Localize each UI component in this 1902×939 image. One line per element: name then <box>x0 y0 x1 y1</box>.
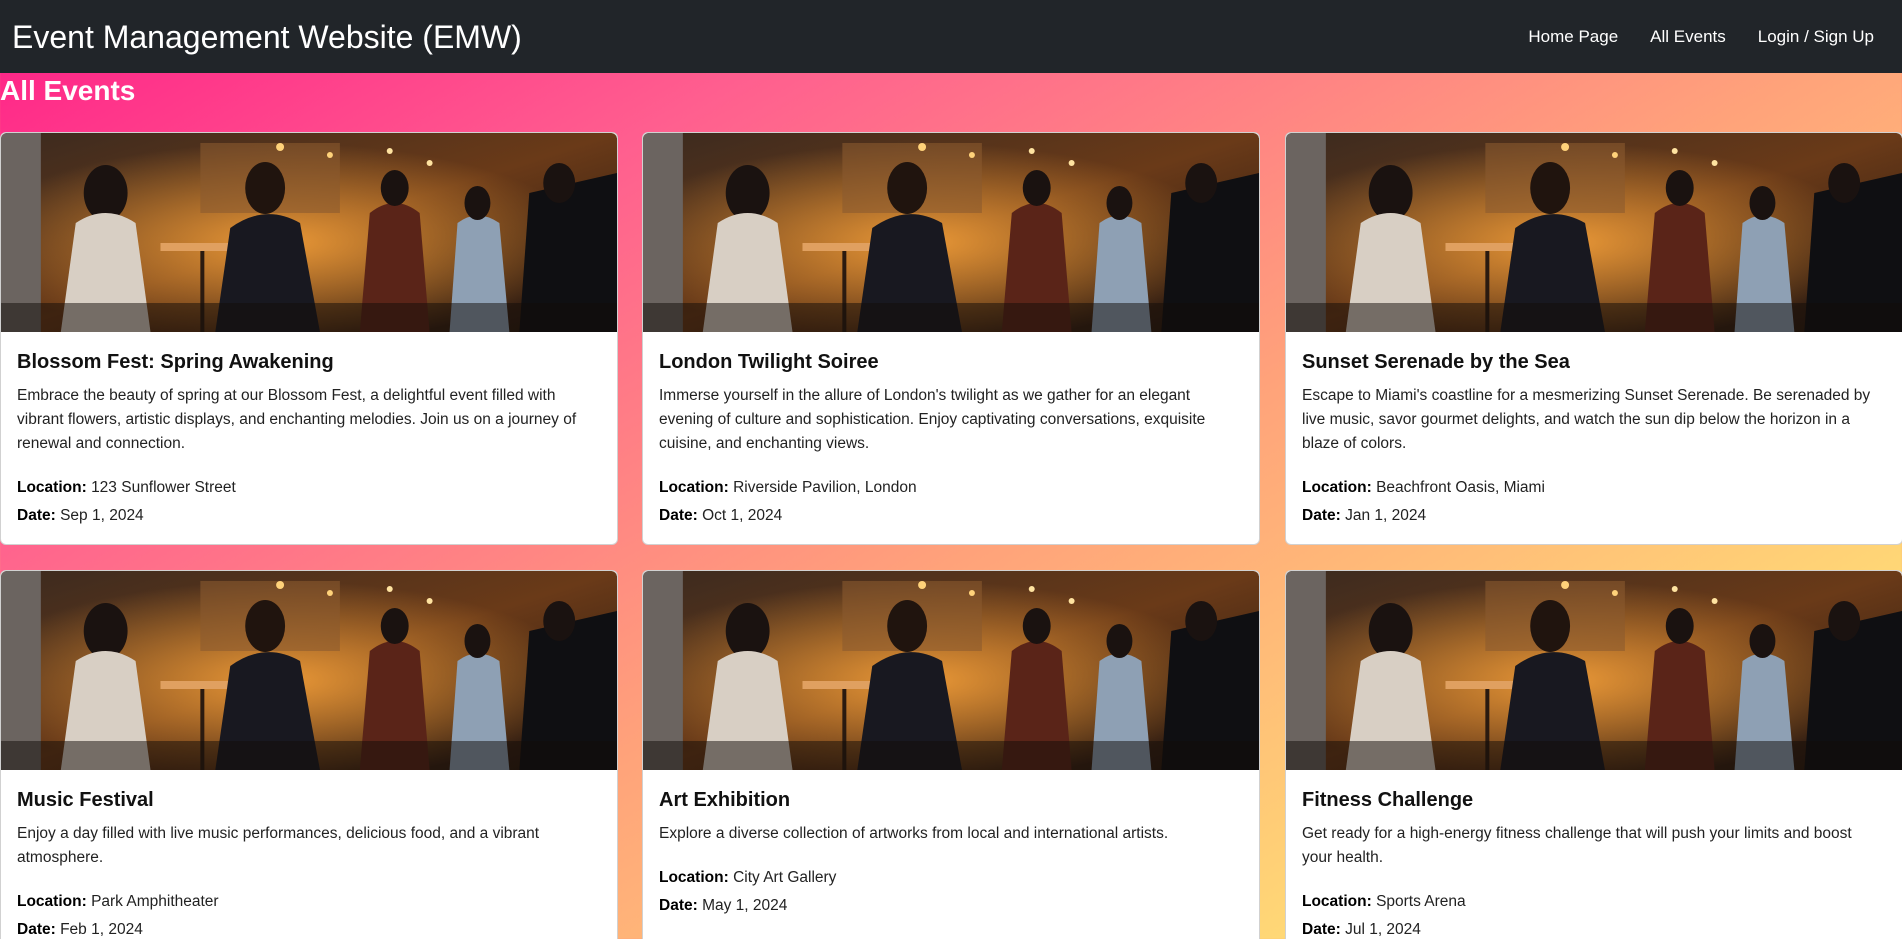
date-label: Date: <box>17 507 56 524</box>
event-location: Location: Park Amphitheater <box>17 890 601 913</box>
event-location: Location: 123 Sunflower Street <box>17 476 601 499</box>
event-location: Location: Sports Arena <box>1302 890 1886 913</box>
event-description: Immerse yourself in the allure of London… <box>659 387 1206 452</box>
event-photo <box>1286 571 1902 770</box>
site-brand[interactable]: Event Management Website (EMW) <box>12 18 522 56</box>
event-location: Location: City Art Gallery <box>659 866 1243 889</box>
event-date: Date: Oct 1, 2024 <box>659 504 1243 527</box>
date-value: Jul 1, 2024 <box>1345 921 1421 938</box>
date-label: Date: <box>1302 921 1341 938</box>
location-label: Location: <box>659 869 729 886</box>
event-photo <box>643 133 1259 332</box>
date-label: Date: <box>659 897 698 914</box>
event-photo <box>643 571 1259 770</box>
nav-link-home[interactable]: Home Page <box>1512 27 1634 47</box>
event-photo <box>1 133 617 332</box>
event-card[interactable]: Sunset Serenade by the Sea Escape to Mia… <box>1285 132 1902 545</box>
event-card-body: Fitness Challenge Get ready for a high-e… <box>1286 770 1902 939</box>
event-title: Music Festival <box>17 789 154 811</box>
event-description: Embrace the beauty of spring at our Blos… <box>17 387 577 452</box>
date-label: Date: <box>659 507 698 524</box>
nav-link-login-signup[interactable]: Login / Sign Up <box>1742 27 1890 47</box>
event-description: Get ready for a high-energy fitness chal… <box>1302 825 1852 866</box>
event-card[interactable]: Blossom Fest: Spring Awakening Embrace t… <box>0 132 618 545</box>
event-title: London Twilight Soiree <box>659 351 879 373</box>
event-title: Fitness Challenge <box>1302 789 1474 811</box>
location-value: 123 Sunflower Street <box>91 479 236 496</box>
event-date: Date: Feb 1, 2024 <box>17 918 601 939</box>
location-value: Beachfront Oasis, Miami <box>1376 479 1545 496</box>
event-description: Escape to Miami's coastline for a mesmer… <box>1302 387 1871 452</box>
event-location: Location: Beachfront Oasis, Miami <box>1302 476 1886 499</box>
location-label: Location: <box>659 479 729 496</box>
event-card[interactable]: Art Exhibition Explore a diverse collect… <box>642 570 1260 939</box>
event-card-body: Art Exhibition Explore a diverse collect… <box>643 770 1259 917</box>
date-value: Sep 1, 2024 <box>60 507 144 524</box>
event-card-body: Music Festival Enjoy a day filled with l… <box>1 770 617 939</box>
event-date: Date: May 1, 2024 <box>659 894 1243 917</box>
nav-links: Home Page All Events Login / Sign Up <box>1512 0 1890 73</box>
date-value: May 1, 2024 <box>702 897 788 914</box>
event-card[interactable]: London Twilight Soiree Immerse yourself … <box>642 132 1260 545</box>
date-label: Date: <box>17 921 56 938</box>
event-title: Blossom Fest: Spring Awakening <box>17 351 334 373</box>
event-date: Date: Sep 1, 2024 <box>17 504 601 527</box>
event-date: Date: Jan 1, 2024 <box>1302 504 1886 527</box>
event-photo <box>1 571 617 770</box>
event-card-body: Sunset Serenade by the Sea Escape to Mia… <box>1286 332 1902 527</box>
date-value: Jan 1, 2024 <box>1345 507 1427 524</box>
top-navbar: Event Management Website (EMW) Home Page… <box>0 0 1902 73</box>
event-title: Art Exhibition <box>659 789 791 811</box>
event-card[interactable]: Fitness Challenge Get ready for a high-e… <box>1285 570 1902 939</box>
event-title: Sunset Serenade by the Sea <box>1302 351 1570 373</box>
location-label: Location: <box>1302 893 1372 910</box>
nav-link-all-events[interactable]: All Events <box>1634 27 1742 47</box>
date-label: Date: <box>1302 507 1341 524</box>
event-card[interactable]: Music Festival Enjoy a day filled with l… <box>0 570 618 939</box>
location-value: Sports Arena <box>1376 893 1466 910</box>
event-date: Date: Jul 1, 2024 <box>1302 918 1886 939</box>
event-description: Explore a diverse collection of artworks… <box>659 825 1169 842</box>
location-label: Location: <box>17 893 87 910</box>
date-value: Feb 1, 2024 <box>60 921 143 938</box>
event-location: Location: Riverside Pavilion, London <box>659 476 1243 499</box>
event-description: Enjoy a day filled with live music perfo… <box>17 825 540 866</box>
event-card-body: London Twilight Soiree Immerse yourself … <box>643 332 1259 527</box>
location-value: Park Amphitheater <box>91 893 219 910</box>
location-label: Location: <box>1302 479 1372 496</box>
page-title: All Events <box>0 75 136 106</box>
date-value: Oct 1, 2024 <box>702 507 783 524</box>
event-card-body: Blossom Fest: Spring Awakening Embrace t… <box>1 332 617 527</box>
location-value: City Art Gallery <box>733 869 837 886</box>
location-label: Location: <box>17 479 87 496</box>
event-photo <box>1286 133 1902 332</box>
location-value: Riverside Pavilion, London <box>733 479 917 496</box>
